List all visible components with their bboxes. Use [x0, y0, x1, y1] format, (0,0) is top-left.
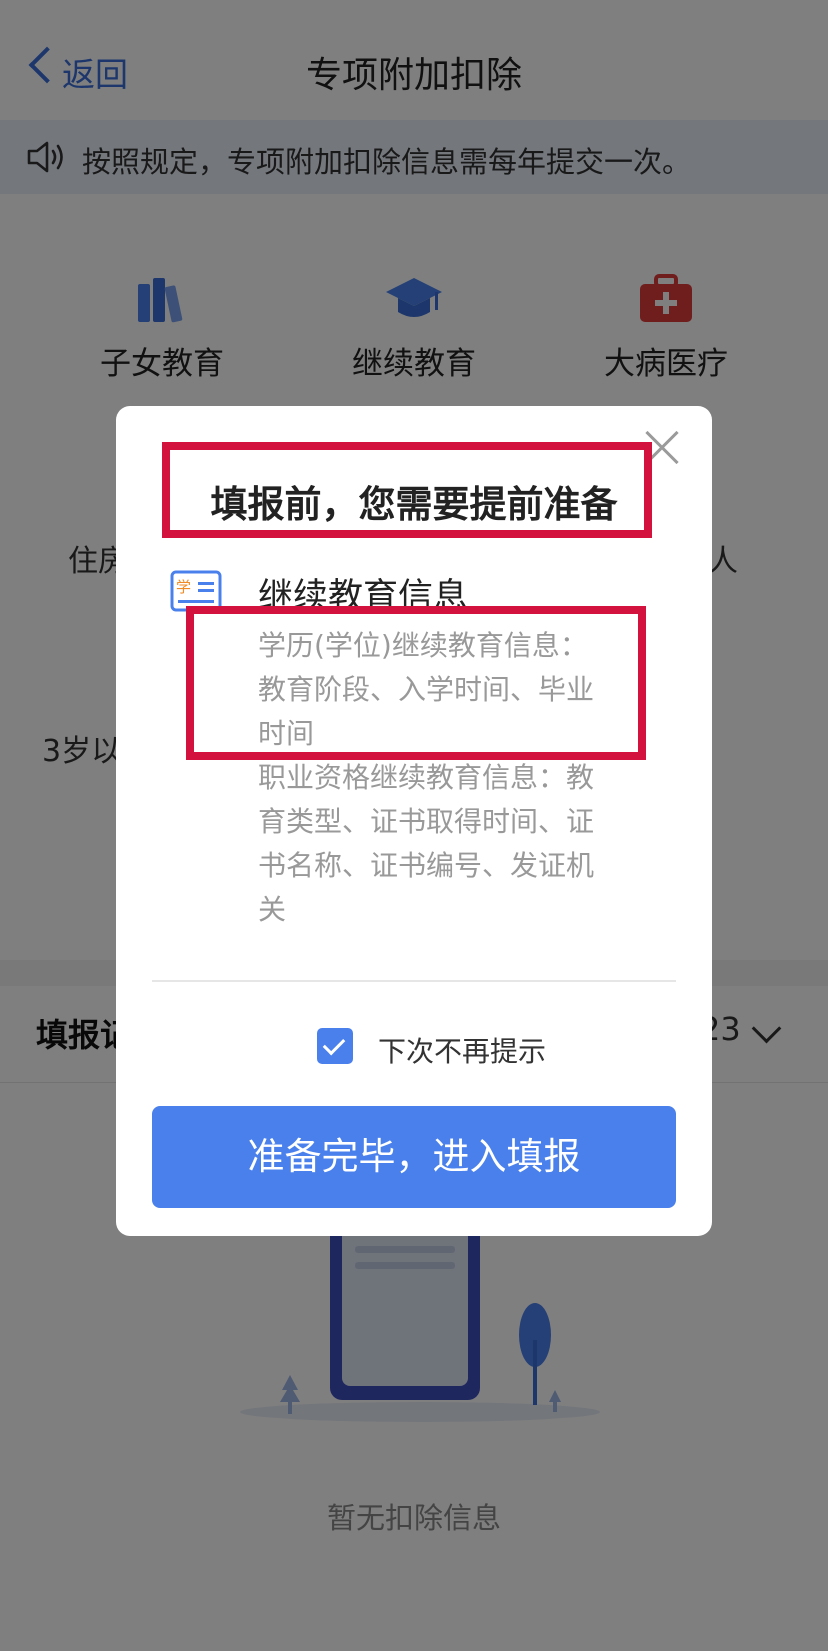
info-line: 书名称、证书编号、发证机 — [258, 849, 595, 882]
info-line: 关 — [258, 893, 287, 926]
highlight-box-title — [162, 442, 652, 538]
icon-badge: 学 — [176, 578, 191, 596]
dont-remind-label[interactable]: 下次不再提示 — [378, 1030, 546, 1070]
info-line: 职业资格继续教育信息：教 — [258, 761, 595, 794]
dont-remind-checkbox[interactable] — [317, 1028, 353, 1064]
info-line: 育类型、证书取得时间、证 — [258, 805, 595, 838]
highlight-box-education-info — [186, 606, 646, 760]
confirm-button[interactable]: 准备完毕，进入填报 — [152, 1106, 676, 1208]
dialog-divider — [152, 980, 676, 982]
